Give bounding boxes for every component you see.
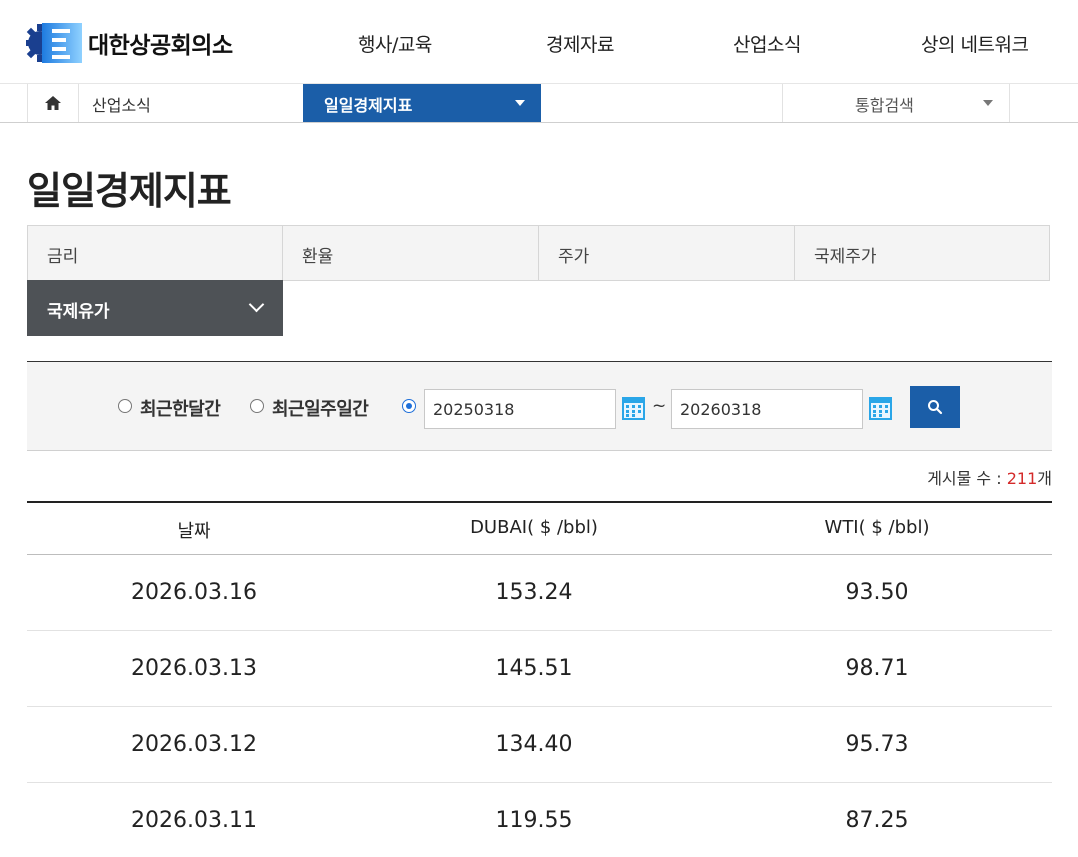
integrated-search-label: 통합검색 — [855, 96, 914, 115]
search-icon — [928, 400, 943, 415]
table-row: 2026.03.16 153.24 93.50 — [27, 555, 1052, 631]
cell-date: 2026.03.12 — [131, 732, 257, 757]
cell-date: 2026.03.11 — [131, 808, 257, 833]
tab-label: 국제유가 — [47, 302, 110, 322]
cell-dubai: 134.40 — [495, 732, 573, 757]
caret-down-icon — [983, 100, 993, 106]
table-row: 2026.03.12 134.40 95.73 — [27, 707, 1052, 783]
tab-exchange-rate[interactable]: 환율 — [282, 225, 539, 281]
site-header: 대한상공회의소 행사/교육 경제자료 산업소식 상의 네트워크 — [0, 0, 1078, 84]
tab-label: 주가 — [558, 247, 590, 267]
cell-wti: 95.73 — [845, 732, 909, 757]
nav-item-network[interactable]: 상의 네트워크 — [921, 30, 1029, 57]
cell-dubai: 119.55 — [495, 808, 573, 833]
page-title: 일일경제지표 — [27, 169, 232, 213]
radio-custom-range[interactable] — [402, 399, 416, 413]
post-count-label: 게시물 수 : — [927, 469, 1007, 488]
breadcrumb: 산업소식 일일경제지표 통합검색 — [0, 84, 1078, 123]
tab-label: 국제주가 — [814, 247, 877, 267]
cell-dubai: 145.51 — [495, 656, 573, 681]
post-count-value: 211 — [1006, 469, 1038, 488]
cell-dubai: 153.24 — [495, 580, 573, 605]
table-header: 날짜 DUBAI( $ /bbl) WTI( $ /bbl) — [27, 503, 1052, 555]
integrated-search-dropdown[interactable]: 통합검색 — [782, 84, 1010, 122]
table-row: 2026.03.13 145.51 98.71 — [27, 631, 1052, 707]
cell-wti: 87.25 — [845, 808, 909, 833]
cell-date: 2026.03.16 — [131, 580, 257, 605]
tab-stock[interactable]: 주가 — [538, 225, 795, 281]
chevron-down-icon — [248, 296, 265, 313]
table-row: 2026.03.11 119.55 87.25 — [27, 783, 1052, 857]
post-count: 게시물 수 : 211개 — [927, 465, 1052, 489]
breadcrumb-current-dropdown[interactable]: 일일경제지표 — [303, 84, 541, 122]
tab-label: 환율 — [302, 247, 334, 267]
start-date-input[interactable] — [424, 389, 616, 429]
cell-wti: 93.50 — [845, 580, 909, 605]
post-count-unit: 개 — [1037, 469, 1052, 488]
nav-item-events[interactable]: 행사/교육 — [358, 30, 432, 57]
cell-date: 2026.03.13 — [131, 656, 257, 681]
tab-interest-rate[interactable]: 금리 — [27, 225, 283, 281]
column-header-dubai: DUBAI( $ /bbl) — [470, 517, 598, 538]
date-search-panel: 최근한달간 최근일주일간 ~ — [27, 361, 1052, 451]
search-button[interactable] — [910, 386, 960, 428]
oil-price-table: 날짜 DUBAI( $ /bbl) WTI( $ /bbl) 2026.03.1… — [27, 501, 1052, 857]
radio-recent-week[interactable] — [250, 399, 264, 413]
calendar-icon[interactable] — [868, 395, 893, 421]
tab-label: 금리 — [47, 247, 79, 267]
radio-recent-week-label[interactable]: 최근일주일간 — [272, 395, 369, 421]
column-header-date: 날짜 — [177, 521, 211, 542]
radio-recent-month[interactable] — [118, 399, 132, 413]
tab-intl-oil-price[interactable]: 국제유가 — [27, 280, 283, 336]
end-date-input[interactable] — [671, 389, 863, 429]
breadcrumb-current-label: 일일경제지표 — [324, 96, 413, 115]
nav-item-economy-data[interactable]: 경제자료 — [546, 30, 614, 57]
column-header-wti: WTI( $ /bbl) — [824, 517, 930, 538]
breadcrumb-home[interactable] — [27, 84, 79, 122]
nav-item-industry-news[interactable]: 산업소식 — [733, 30, 801, 57]
date-range-separator: ~ — [652, 396, 667, 416]
main-nav: 행사/교육 경제자료 산업소식 상의 네트워크 — [0, 30, 1078, 58]
radio-recent-month-label[interactable]: 최근한달간 — [140, 395, 221, 421]
home-icon — [45, 96, 61, 110]
tab-intl-stock[interactable]: 국제주가 — [794, 225, 1050, 281]
breadcrumb-level1[interactable]: 산업소식 — [92, 92, 151, 116]
calendar-icon[interactable] — [621, 395, 646, 421]
caret-down-icon — [515, 100, 525, 106]
cell-wti: 98.71 — [845, 656, 909, 681]
